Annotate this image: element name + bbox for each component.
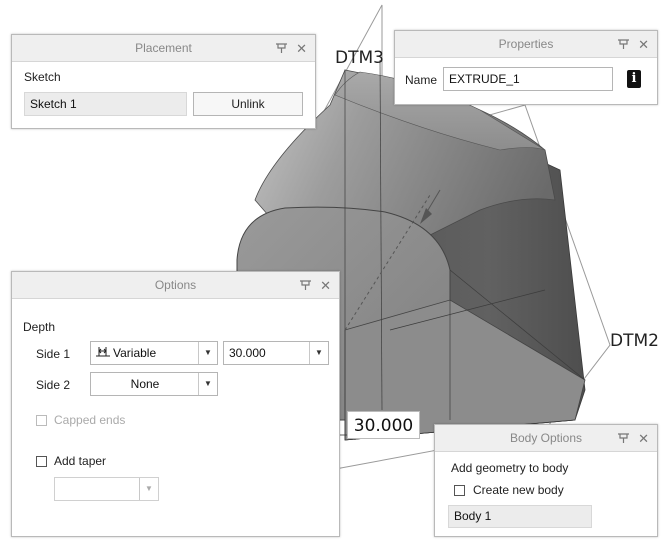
body-collector[interactable]: Body 1 <box>448 505 592 528</box>
close-icon[interactable]: ✕ <box>296 42 307 55</box>
side2-mode-value: None <box>130 377 160 391</box>
name-label: Name <box>405 73 438 87</box>
options-title: Options <box>154 278 197 292</box>
cad-workspace: DTM3 DTM2 30.000 Placement ✕ Sketch Sket… <box>0 0 666 540</box>
placement-panel-header[interactable]: Placement ✕ <box>12 35 315 62</box>
pin-icon[interactable] <box>276 43 288 53</box>
pin-icon[interactable] <box>618 433 630 443</box>
properties-title: Properties <box>498 37 554 51</box>
chevron-down-icon[interactable]: ▼ <box>139 478 158 500</box>
placement-title: Placement <box>135 41 192 55</box>
unlink-button[interactable]: Unlink <box>193 92 303 116</box>
options-panel: Options ✕ Depth Side 1 Variable ▼ 30.000… <box>11 271 340 537</box>
add-taper-checkbox[interactable] <box>36 456 47 467</box>
side2-depth-type-dropdown[interactable]: None ▼ <box>90 372 218 396</box>
side2-label: Side 2 <box>36 378 71 392</box>
options-panel-header[interactable]: Options ✕ <box>12 272 339 299</box>
side1-depth-value: 30.000 <box>229 346 266 360</box>
datum-label-dtm2[interactable]: DTM2 <box>610 331 659 351</box>
pin-icon[interactable] <box>618 39 630 49</box>
close-icon[interactable]: ✕ <box>320 279 331 292</box>
sketch-label: Sketch <box>24 70 61 84</box>
datum-label-dtm3[interactable]: DTM3 <box>335 48 384 68</box>
sketch-collector[interactable]: Sketch 1 <box>24 92 187 116</box>
depth-label: Depth <box>23 320 56 334</box>
chevron-down-icon[interactable]: ▼ <box>198 373 217 395</box>
variable-depth-icon <box>95 343 111 364</box>
close-icon[interactable]: ✕ <box>638 432 649 445</box>
pin-icon[interactable] <box>300 280 312 290</box>
add-geometry-label: Add geometry to body <box>451 461 569 475</box>
info-icon[interactable]: i <box>627 70 641 88</box>
side1-label: Side 1 <box>36 347 71 361</box>
taper-angle-input[interactable]: ▼ <box>54 477 159 501</box>
feature-name-input[interactable]: EXTRUDE_1 <box>443 67 613 91</box>
properties-panel-header[interactable]: Properties ✕ <box>395 31 657 58</box>
body-options-title: Body Options <box>509 431 583 445</box>
side1-depth-type-dropdown[interactable]: Variable ▼ <box>90 341 218 365</box>
body-options-panel-header[interactable]: Body Options ✕ <box>435 425 657 452</box>
add-taper-label: Add taper <box>54 454 107 468</box>
properties-panel: Properties ✕ Name EXTRUDE_1 i <box>394 30 658 105</box>
side1-mode-value: Variable <box>113 346 157 360</box>
close-icon[interactable]: ✕ <box>638 38 649 51</box>
chevron-down-icon[interactable]: ▼ <box>198 342 217 364</box>
capped-ends-label: Capped ends <box>54 413 126 427</box>
body-options-panel: Body Options ✕ Add geometry to body Crea… <box>434 424 658 537</box>
create-new-body-checkbox[interactable] <box>454 485 465 496</box>
placement-panel: Placement ✕ Sketch Sketch 1 Unlink <box>11 34 316 129</box>
depth-dimension-value[interactable]: 30.000 <box>347 411 420 439</box>
side1-depth-value-input[interactable]: 30.000 ▼ <box>223 341 329 365</box>
create-new-body-label: Create new body <box>473 483 564 497</box>
capped-ends-checkbox[interactable] <box>36 415 47 426</box>
chevron-down-icon[interactable]: ▼ <box>309 342 328 364</box>
